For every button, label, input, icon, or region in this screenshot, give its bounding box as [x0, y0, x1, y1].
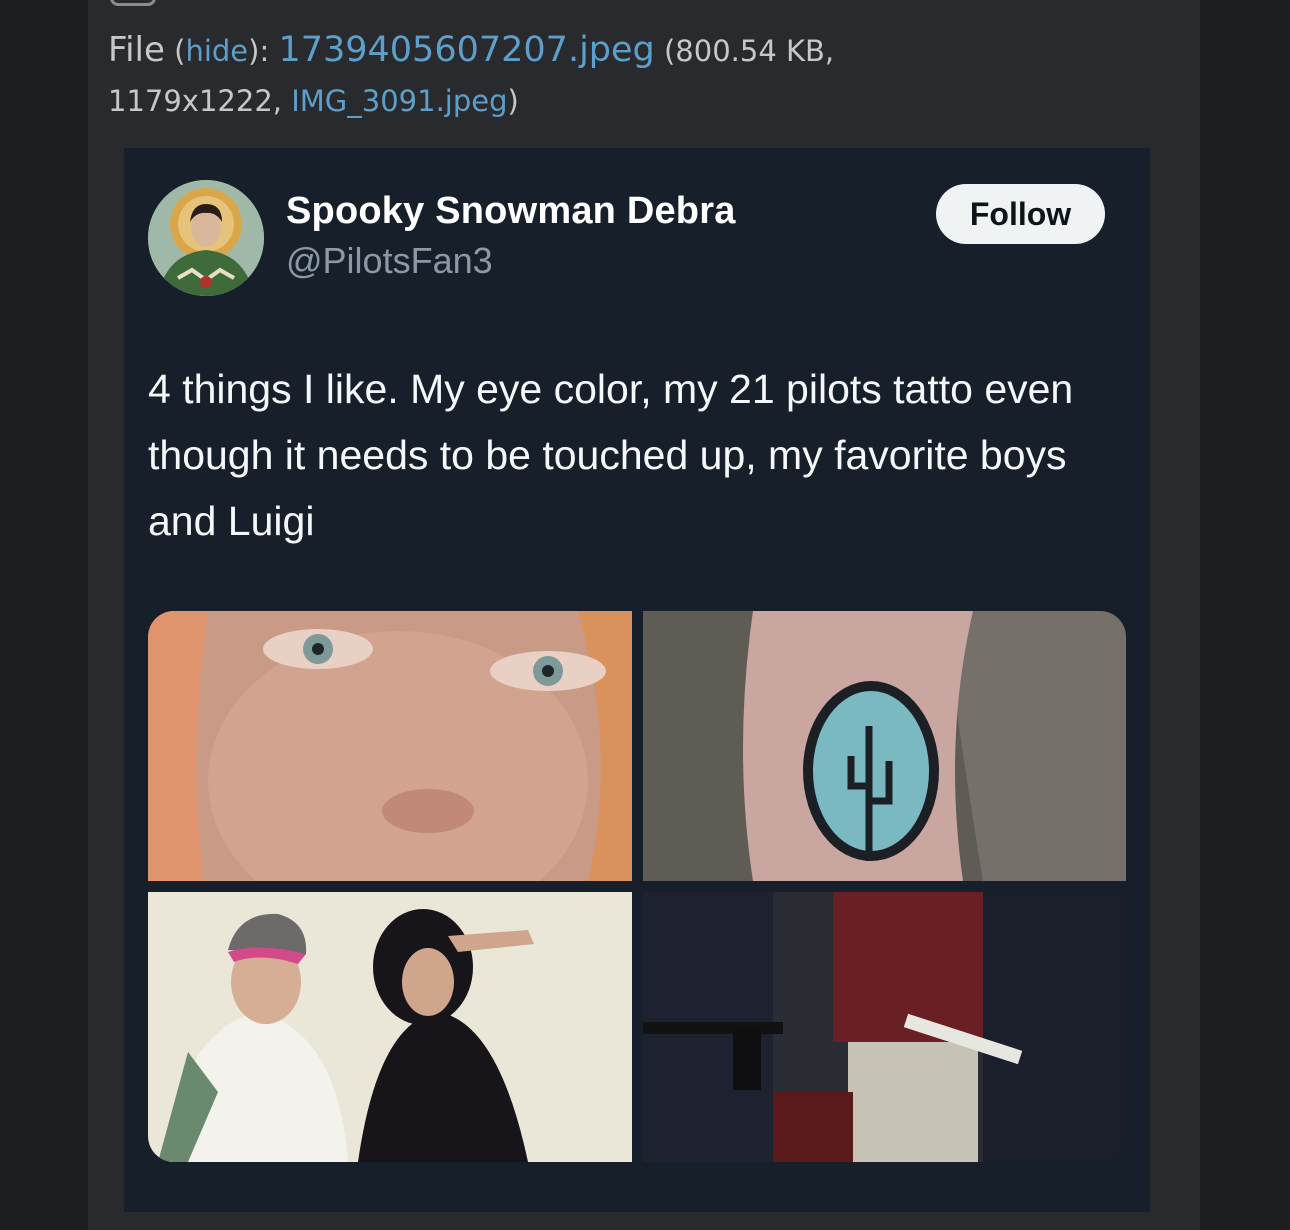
file-name-link[interactable]: 1739405607207.jpeg [278, 30, 654, 70]
user-handle[interactable]: @PilotsFan3 [286, 240, 493, 282]
tweet-text: 4 things I like. My eye color, my 21 pil… [148, 366, 1074, 544]
file-info-line-1: File (hide): 1739405607207.jpeg (800.54 … [108, 24, 1168, 77]
avatar[interactable] [148, 180, 264, 296]
media-image-eyes[interactable] [148, 611, 632, 881]
hide-open: ( [164, 34, 186, 68]
original-filename-link[interactable]: IMG_3091.jpeg [291, 84, 507, 118]
media-grid [148, 611, 1126, 1162]
eyes-photo [148, 611, 632, 881]
follow-button[interactable]: Follow [936, 184, 1105, 244]
display-name[interactable]: Spooky Snowman Debra [286, 190, 736, 233]
media-image-tattoo[interactable] [643, 611, 1126, 881]
hide-close: ): [248, 34, 279, 68]
luigi-photo [643, 892, 1126, 1162]
media-image-luigi[interactable] [643, 892, 1126, 1162]
file-dimensions: 1179x1222, [108, 84, 292, 118]
file-size: (800.54 KB, [654, 34, 835, 68]
tweet-card: Spooky Snowman Debra @PilotsFan3 Follow … [124, 148, 1150, 1212]
avatar-image [148, 180, 264, 296]
media-image-boys[interactable] [148, 892, 632, 1162]
file-info: File (hide): 1739405607207.jpeg (800.54 … [108, 24, 1168, 125]
file-label: File [108, 30, 165, 70]
boys-photo [148, 892, 632, 1162]
file-info-line-2: 1179x1222, IMG_3091.jpeg) [108, 77, 1168, 125]
post-checkbox[interactable] [110, 0, 156, 6]
file-info-close: ) [507, 84, 519, 118]
hide-link[interactable]: hide [185, 34, 248, 68]
tattoo-photo [643, 611, 1126, 881]
